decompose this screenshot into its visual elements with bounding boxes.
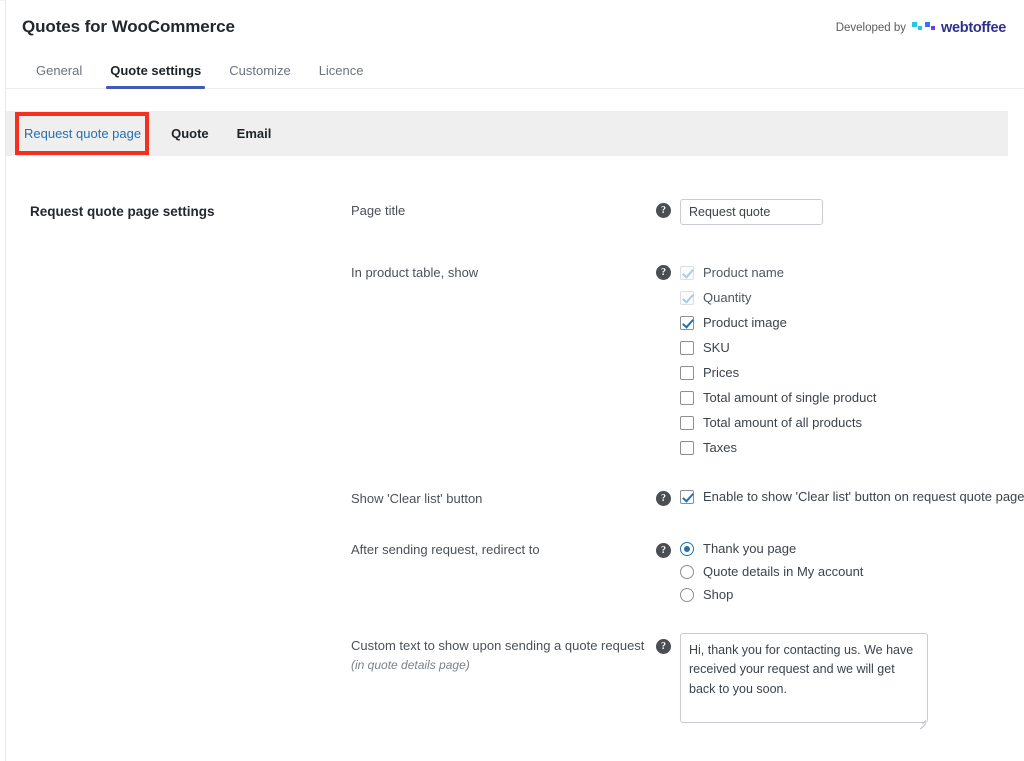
row-label-page-title: Page title [351,203,406,218]
checkbox-row-product-image[interactable]: Product image [680,310,1014,335]
webtoffee-logo[interactable]: webtoffee [912,20,1006,36]
control-product-table-checkboxes: Product name Quantity Product image SKU [680,260,1014,460]
row-sublabel-custom-text: (in quote details page) [351,657,470,672]
radio-shop[interactable] [680,587,694,602]
checkbox-row-product-name[interactable]: Product name [680,260,1014,285]
settings-page: Quotes for WooCommerce Developed by webt… [0,0,1024,761]
checkbox-row-clear-list[interactable]: Enable to show 'Clear list' button on re… [680,484,1024,509]
control-page-title [680,199,1014,225]
checkbox-label-product-image: Product image [703,315,787,330]
page-header: Quotes for WooCommerce Developed by webt… [6,0,1024,55]
row-label-clear-list: Show 'Clear list' button [351,491,483,506]
checkbox-product-name [680,265,694,280]
page-title-input[interactable] [680,199,823,225]
sub-tab-bar: Request quote page Quote Email [6,111,1008,156]
help-icon-custom-text[interactable]: ? [656,639,671,654]
checkbox-label-quantity: Quantity [703,290,752,305]
webtoffee-wordmark: webtoffee [941,20,1006,36]
checkbox-total-single-product[interactable] [680,390,694,405]
checkbox-product-image[interactable] [680,315,694,330]
checkbox-label-prices: Prices [703,365,740,380]
checkbox-row-prices[interactable]: Prices [680,360,1014,385]
radio-quote-details[interactable] [680,564,694,579]
row-label-product-table: In product table, show [351,265,479,280]
custom-text-textarea[interactable]: Hi, thank you for contacting us. We have… [680,633,928,723]
custom-text-wrapper: Hi, thank you for contacting us. We have… [680,633,928,730]
checkbox-quantity [680,290,694,305]
developed-by-label: Developed by [835,22,907,34]
radio-thank-you-page[interactable] [680,541,694,556]
settings-form: Request quote page settings Page title ?… [6,156,1024,761]
help-icon-redirect[interactable]: ? [656,543,671,558]
checkbox-sku[interactable] [680,340,694,355]
checkbox-prices[interactable] [680,365,694,380]
checkbox-taxes[interactable] [680,440,694,455]
main-tab-bar: General Quote settings Customize Licence [6,55,1024,89]
tab-quote-settings[interactable]: Quote settings [96,63,215,89]
radio-label-shop: Shop [703,587,734,602]
checkbox-row-sku[interactable]: SKU [680,335,1014,360]
developed-by-credit: Developed by webtoffee [835,20,1007,36]
radio-label-quote-details: Quote details in My account [703,564,864,579]
checkbox-clear-list[interactable] [680,489,694,504]
tab-general[interactable]: General [22,63,96,88]
help-icon-page-title[interactable]: ? [656,203,671,218]
section-title: Request quote page settings [30,204,215,219]
checkbox-row-total-all-products[interactable]: Total amount of all products [680,410,1014,435]
row-label-custom-text: Custom text to show upon sending a quote… [351,637,661,673]
control-custom-text: Hi, thank you for contacting us. We have… [680,633,1014,730]
radio-label-thank-you-page: Thank you page [703,541,797,556]
checkbox-label-total-single-product: Total amount of single product [703,390,877,405]
control-clear-list: Enable to show 'Clear list' button on re… [680,484,1024,509]
tab-licence[interactable]: Licence [305,63,378,88]
control-redirect-radios: Thank you page Quote details in My accou… [680,537,1014,606]
checkbox-label-taxes: Taxes [703,440,737,455]
checkbox-row-taxes[interactable]: Taxes [680,435,1014,460]
page-title: Quotes for WooCommerce [22,17,235,36]
row-label-custom-text-main: Custom text to show upon sending a quote… [351,638,645,653]
help-icon-clear-list[interactable]: ? [656,491,671,506]
checkbox-total-all-products[interactable] [680,415,694,430]
radio-row-shop[interactable]: Shop [680,583,1014,606]
checkbox-row-total-single-product[interactable]: Total amount of single product [680,385,1014,410]
checkbox-label-sku: SKU [703,340,730,355]
radio-row-thank-you-page[interactable]: Thank you page [680,537,1014,560]
radio-row-quote-details[interactable]: Quote details in My account [680,560,1014,583]
checkbox-label-total-all-products: Total amount of all products [703,415,862,430]
webtoffee-squares-icon [912,21,937,35]
tab-customize[interactable]: Customize [215,63,304,88]
checkbox-row-quantity[interactable]: Quantity [680,285,1014,310]
row-label-redirect: After sending request, redirect to [351,542,540,557]
checkbox-label-product-name: Product name [703,265,784,280]
subtab-email[interactable]: Email [237,126,272,141]
subtab-quote[interactable]: Quote [171,126,209,141]
subtab-request-quote-page[interactable]: Request quote page [24,126,141,141]
checkbox-label-clear-list: Enable to show 'Clear list' button on re… [703,489,1024,504]
help-icon-product-table[interactable]: ? [656,265,671,280]
